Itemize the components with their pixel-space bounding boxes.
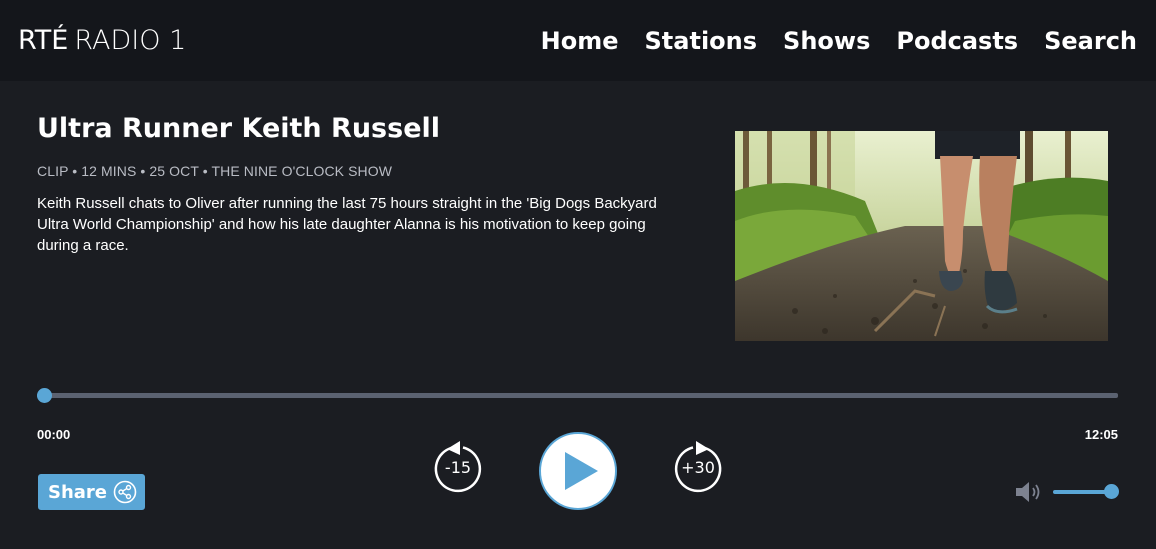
rte-radio-1-logo[interactable]: RTÉ RADIO 1	[18, 22, 186, 58]
share-icon	[113, 480, 137, 504]
total-duration: 12:05	[1084, 427, 1118, 442]
play-button[interactable]	[538, 431, 618, 511]
progress-bar[interactable]	[37, 388, 1118, 403]
volume-slider-knob[interactable]	[1104, 484, 1119, 499]
trail-runner-image	[735, 131, 1108, 341]
episode-player-panel: Ultra Runner Keith Russell CLIP • 12 MIN…	[0, 81, 1156, 549]
speaker-icon[interactable]	[1015, 481, 1043, 503]
nav-podcasts[interactable]: Podcasts	[896, 26, 1018, 56]
nav-home[interactable]: Home	[541, 26, 619, 56]
nav-stations[interactable]: Stations	[645, 26, 758, 56]
progress-knob[interactable]	[37, 388, 52, 403]
episode-thumbnail	[735, 131, 1108, 341]
share-label: Share	[48, 481, 108, 503]
nav-search[interactable]: Search	[1044, 26, 1137, 56]
top-navigation-bar: RTÉ RADIO 1 Home Stations Shows Podcasts…	[0, 0, 1156, 81]
skip-forward-label: +30	[681, 458, 715, 477]
current-time: 00:00	[37, 427, 71, 442]
logo-rte-text: RTÉ	[18, 24, 69, 56]
play-icon	[539, 432, 617, 510]
skip-back-15-button[interactable]: -15	[429, 439, 487, 497]
skip-back-label: -15	[444, 458, 472, 477]
share-button[interactable]: Share	[38, 474, 145, 510]
main-nav: Home Stations Shows Podcasts Search	[541, 26, 1137, 56]
episode-title: Ultra Runner Keith Russell	[37, 113, 441, 144]
nav-shows[interactable]: Shows	[783, 26, 870, 56]
episode-description: Keith Russell chats to Oliver after runn…	[37, 195, 657, 254]
skip-forward-30-button[interactable]: +30	[669, 439, 727, 497]
logo-station-text: RADIO 1	[74, 24, 187, 56]
episode-meta: CLIP • 12 MINS • 25 OCT • THE NINE O'CLO…	[37, 163, 393, 179]
